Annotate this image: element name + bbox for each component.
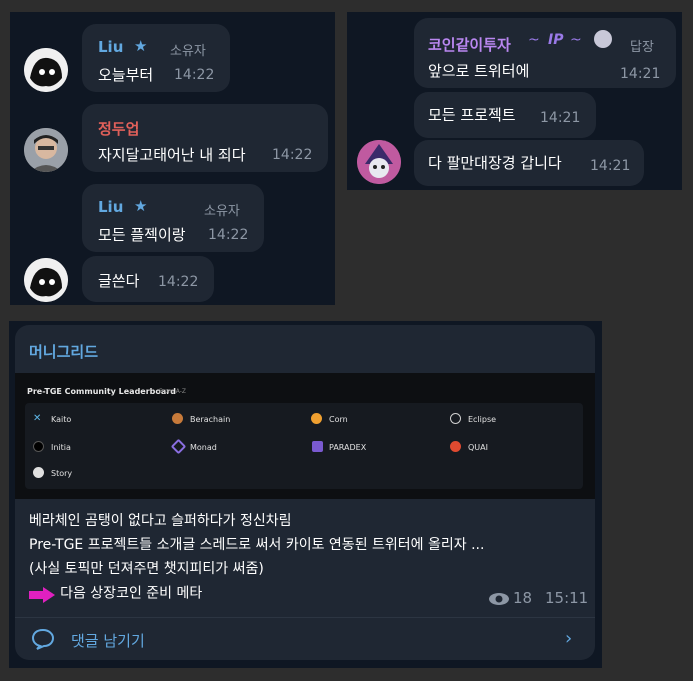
- leaderboard-item: Kaito: [51, 415, 72, 424]
- post-line: 다음 상장코인 준비 메타: [60, 585, 203, 602]
- leaderboard-item: QUAI: [468, 443, 488, 452]
- message-bubble[interactable]: 다 팔만대장경 갑니다 14:21: [414, 140, 644, 186]
- leaderboard-item: Berachain: [190, 415, 231, 424]
- monad-icon: [170, 438, 187, 455]
- eclipse-icon: [450, 413, 461, 424]
- post-card[interactable]: 머니그리드 Pre-TGE Community Leaderboard From…: [15, 325, 595, 660]
- sender-name[interactable]: Liu: [98, 198, 123, 216]
- avatar-liu-image: [24, 258, 68, 302]
- eye-icon-shape: [489, 593, 509, 605]
- message-bubble[interactable]: 코인같이투자 IP ~ ~ 답장 앞으로 트위터에 14:21: [414, 18, 676, 88]
- leaderboard-item: Eclipse: [468, 415, 497, 424]
- message-time: 14:21: [540, 110, 581, 126]
- message-bubble[interactable]: 정두업 자지달고태어난 내 죄다 14:22: [82, 104, 328, 172]
- message-time: 14:21: [620, 66, 661, 82]
- message-time: 14:21: [590, 158, 631, 174]
- kaito-icon: ✕: [33, 413, 42, 424]
- leaderboard-grid: ✕ Kaito Berachain Corn Eclipse Initia Mo…: [25, 403, 583, 489]
- leave-comment-button[interactable]: 댓글 남기기 ›: [15, 618, 595, 660]
- leaderboard-item: Story: [51, 469, 73, 478]
- leaderboard-item: Monad: [190, 443, 217, 452]
- post-time: 15:11: [545, 589, 589, 607]
- post-line: Pre-TGE 프로젝트들 소개글 스레드로 써서 카이토 연동된 트위터에 올…: [29, 537, 485, 553]
- berachain-icon: [172, 413, 183, 424]
- eye-icon: [489, 591, 509, 610]
- sparkle-icon: ~: [528, 32, 540, 48]
- role-label: 소유자: [170, 44, 206, 59]
- leaderboard-sort: From A-Z: [159, 388, 187, 395]
- leaderboard-item: Corn: [329, 415, 348, 424]
- message-time: 14:22: [208, 227, 249, 243]
- channel-name[interactable]: 머니그리드: [29, 341, 98, 362]
- story-icon: [33, 467, 44, 478]
- post-line: (사실 토픽만 던져주면 챗지피티가 써줌): [29, 561, 264, 577]
- paradex-icon: [312, 441, 323, 452]
- message-text: 오늘부터: [98, 66, 154, 84]
- initia-icon: [33, 441, 44, 452]
- channel-post-panel: 머니그리드 Pre-TGE Community Leaderboard From…: [9, 321, 602, 668]
- comment-label: 댓글 남기기: [71, 632, 145, 650]
- wizard-icon: [594, 30, 612, 48]
- avatar-jung-image: [24, 128, 68, 172]
- avatar-jung[interactable]: [24, 128, 68, 172]
- avatar-liu[interactable]: [24, 258, 68, 302]
- sender-name[interactable]: 코인같이투자: [428, 34, 511, 55]
- post-line: 베라체인 곰탱이 없다고 슬퍼하다가 정신차림: [29, 513, 292, 529]
- message-text: 모든 프로젝트: [428, 106, 516, 124]
- quai-icon: [450, 441, 461, 452]
- message-bubble[interactable]: Liu ★ 소유자 모든 플젝이랑 14:22: [82, 184, 264, 252]
- message-time: 14:22: [174, 67, 215, 83]
- sender-name[interactable]: 정두업: [98, 118, 139, 139]
- message-bubble[interactable]: 글쓴다 14:22: [82, 256, 214, 302]
- leaderboard-item: Initia: [51, 443, 71, 452]
- avatar-liu[interactable]: [24, 48, 68, 92]
- arrow-icon-shape: [29, 586, 55, 603]
- right-chat-panel: 코인같이투자 IP ~ ~ 답장 앞으로 트위터에 14:21 모든 프로젝트 …: [347, 12, 682, 190]
- message-time: 14:22: [272, 147, 313, 163]
- comment-icon: [31, 628, 55, 654]
- corn-icon: [311, 413, 322, 424]
- message-text: 글쓴다: [98, 272, 140, 290]
- left-chat-panel: Liu ★ 소유자 오늘부터 14:22 정두업 자지달고태어난 내 죄다 14…: [10, 12, 335, 305]
- sparkle-icon: ~: [570, 32, 582, 48]
- message-bubble[interactable]: 모든 프로젝트 14:21: [414, 92, 596, 138]
- message-text: 앞으로 트위터에: [428, 62, 530, 80]
- leaderboard-item: PARADEX: [329, 443, 367, 452]
- comment-icon-shape: [31, 628, 55, 650]
- arrow-icon: [29, 586, 55, 603]
- message-time: 14:22: [158, 274, 199, 290]
- avatar-coin[interactable]: [357, 140, 401, 184]
- avatar-liu-image: [24, 48, 68, 92]
- view-count: 18: [513, 589, 533, 607]
- message-bubble[interactable]: Liu ★ 소유자 오늘부터 14:22: [82, 24, 230, 92]
- role-label: 소유자: [204, 204, 240, 219]
- leaderboard-image[interactable]: Pre-TGE Community Leaderboard From A-Z ✕…: [15, 373, 595, 499]
- badge-ip: IP: [548, 32, 564, 48]
- star-icon: ★: [134, 197, 148, 215]
- sender-name[interactable]: Liu: [98, 38, 123, 56]
- message-text: 자지달고태어난 내 죄다: [98, 146, 246, 164]
- message-text: 다 팔만대장경 갑니다: [428, 154, 562, 172]
- reply-label[interactable]: 답장: [630, 36, 654, 55]
- chevron-right-icon: ›: [565, 628, 573, 649]
- avatar-coin-image: [357, 140, 401, 184]
- leaderboard-title: Pre-TGE Community Leaderboard: [27, 387, 176, 396]
- star-icon: ★: [134, 37, 148, 55]
- message-text: 모든 플젝이랑: [98, 226, 186, 244]
